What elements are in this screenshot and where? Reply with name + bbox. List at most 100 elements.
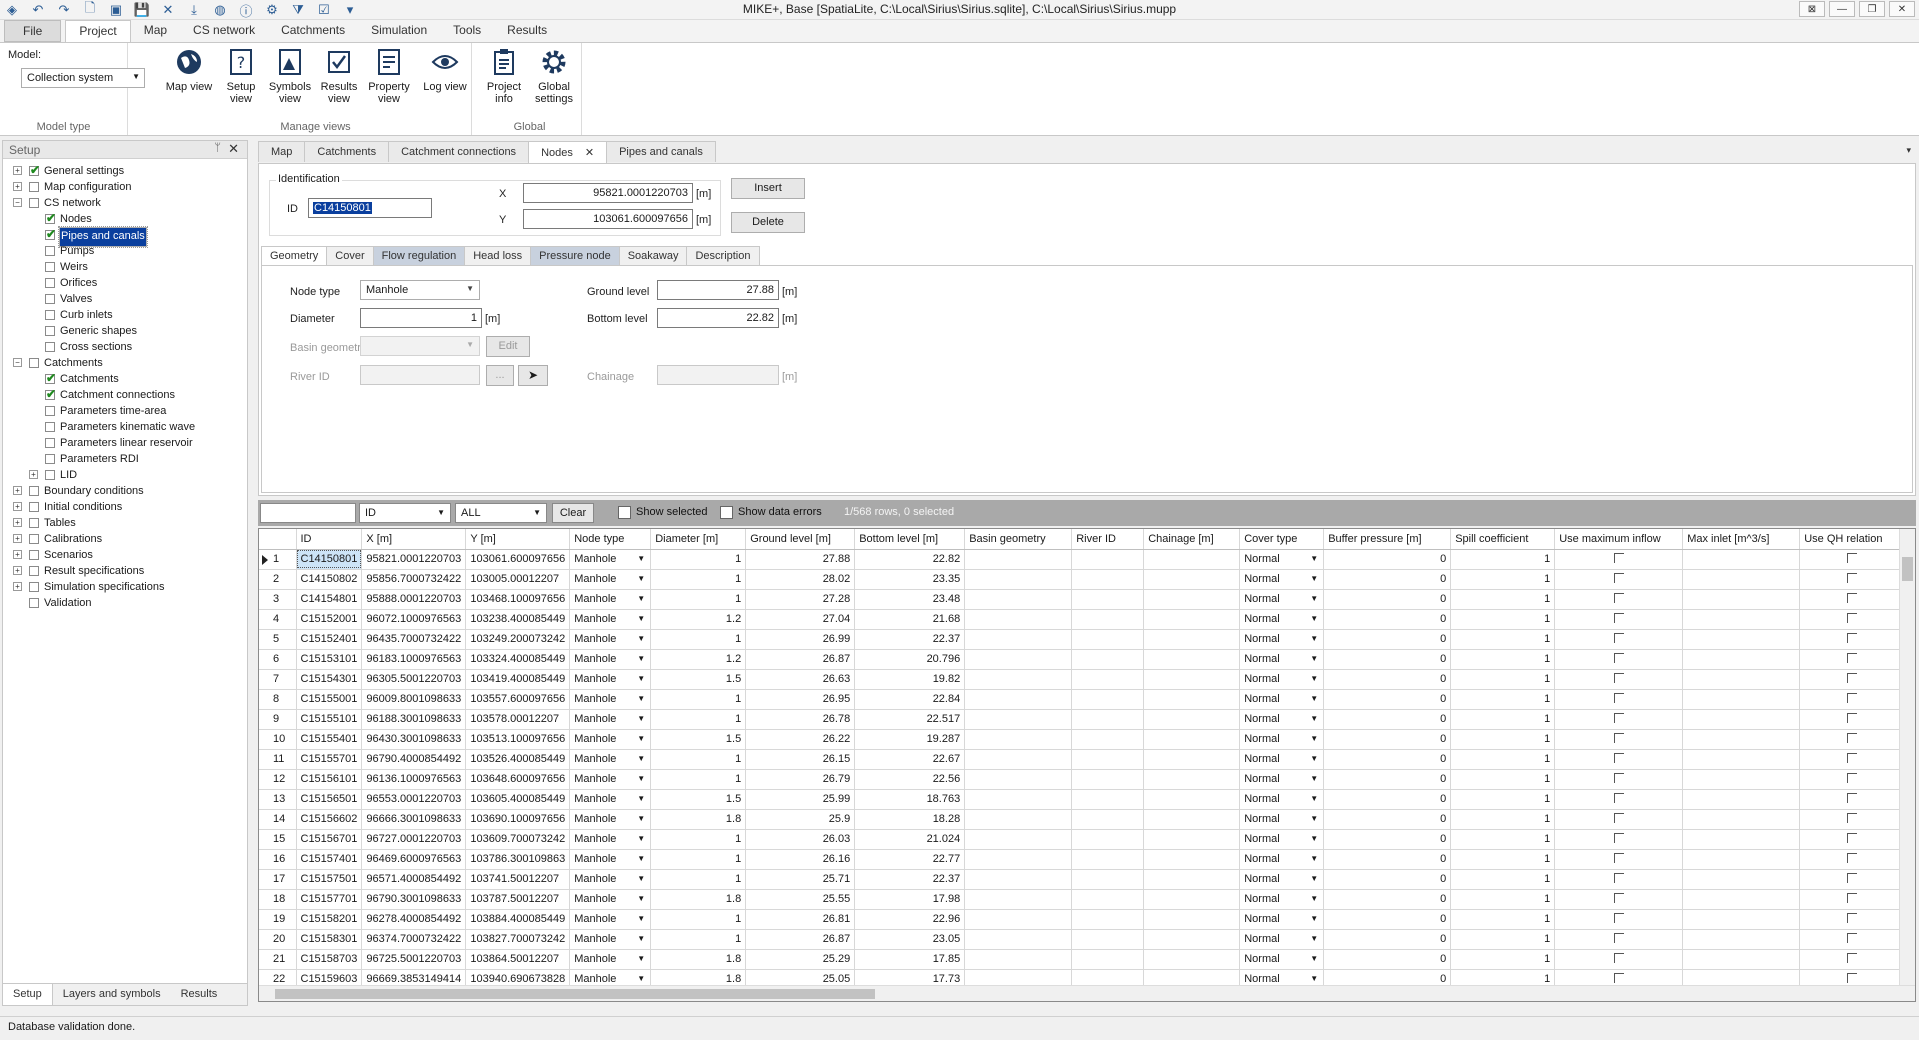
pin-icon[interactable]: ᛘ bbox=[214, 142, 221, 154]
table-cell[interactable] bbox=[964, 929, 1073, 950]
checkbox[interactable] bbox=[1613, 692, 1624, 703]
table-cell[interactable]: C15156602 bbox=[296, 809, 363, 830]
table-cell[interactable]: 22.517 bbox=[854, 709, 966, 730]
table-cell[interactable] bbox=[964, 849, 1073, 870]
table-row[interactable]: 3 C14154801 95888.0001220703 103468.1000976… bbox=[259, 589, 1906, 610]
table-row[interactable]: 9 C15155101 96188.3001098633 103578.0001220… bbox=[259, 709, 1906, 730]
use-qh-relation-cell[interactable] bbox=[1799, 829, 1906, 850]
table-cell[interactable]: 96790.3001098633 bbox=[361, 889, 467, 910]
table-cell[interactable]: 96435.7000732422 bbox=[361, 629, 467, 650]
table-row[interactable]: 8 C15155001 96009.8001098633 103557.6000976… bbox=[259, 689, 1906, 710]
row-number[interactable]: 17 bbox=[259, 869, 297, 890]
row-number[interactable]: 11 bbox=[259, 749, 297, 770]
tree-checkbox[interactable] bbox=[29, 582, 39, 592]
table-cell[interactable]: Manhole ▼ bbox=[569, 549, 652, 570]
table-cell[interactable]: 0 bbox=[1323, 869, 1452, 890]
use-qh-relation-cell[interactable] bbox=[1799, 869, 1906, 890]
table-cell[interactable]: Normal ▼ bbox=[1239, 709, 1325, 730]
table-cell[interactable]: 96725.5001220703 bbox=[361, 949, 467, 970]
table-cell[interactable]: Normal ▼ bbox=[1239, 889, 1325, 910]
use-max-inflow-cell[interactable] bbox=[1554, 709, 1684, 730]
table-cell[interactable]: 1 bbox=[650, 569, 747, 590]
table-cell[interactable]: Normal ▼ bbox=[1239, 949, 1325, 970]
column-header[interactable]: Ground level [m] bbox=[745, 529, 856, 550]
table-cell[interactable]: 1.8 bbox=[650, 809, 747, 830]
table-cell[interactable]: 96374.7000732422 bbox=[361, 929, 467, 950]
close-icon[interactable]: ✕ bbox=[228, 141, 239, 157]
tree-node[interactable]: + Simulation specifications bbox=[3, 579, 247, 595]
table-cell[interactable]: 23.05 bbox=[854, 929, 966, 950]
row-number[interactable]: 20 bbox=[259, 929, 297, 950]
filter-search-input[interactable] bbox=[260, 503, 356, 523]
use-max-inflow-cell[interactable] bbox=[1554, 549, 1684, 570]
table-cell[interactable] bbox=[1143, 829, 1241, 850]
use-qh-relation-cell[interactable] bbox=[1799, 929, 1906, 950]
table-cell[interactable]: 103787.50012207 bbox=[465, 889, 571, 910]
tree-node[interactable]: + Boundary conditions bbox=[3, 483, 247, 499]
table-cell[interactable]: 103605.400085449 bbox=[465, 789, 571, 810]
table-cell[interactable]: 95856.7000732422 bbox=[361, 569, 467, 590]
table-cell[interactable]: 26.95 bbox=[745, 689, 856, 710]
table-cell[interactable]: C14150801 bbox=[296, 549, 363, 570]
table-cell[interactable] bbox=[1071, 669, 1145, 690]
table-cell[interactable] bbox=[1071, 729, 1145, 750]
checkbox[interactable] bbox=[1613, 792, 1624, 803]
max-inlet-cell[interactable] bbox=[1682, 769, 1801, 790]
use-qh-relation-cell[interactable] bbox=[1799, 889, 1906, 910]
checkbox[interactable] bbox=[1847, 872, 1858, 883]
table-cell[interactable] bbox=[1071, 589, 1145, 610]
max-inlet-cell[interactable] bbox=[1682, 629, 1801, 650]
tree-checkbox[interactable] bbox=[45, 342, 55, 352]
node-type-select[interactable]: Manhole ▼ bbox=[360, 280, 480, 300]
row-number[interactable]: 7 bbox=[259, 669, 297, 690]
checkbox[interactable] bbox=[1847, 572, 1858, 583]
table-cell[interactable]: 1 bbox=[1450, 849, 1556, 870]
diameter-input[interactable]: 1 bbox=[360, 308, 482, 328]
table-cell[interactable]: Normal ▼ bbox=[1239, 649, 1325, 670]
table-cell[interactable] bbox=[964, 629, 1073, 650]
use-max-inflow-cell[interactable] bbox=[1554, 689, 1684, 710]
table-cell[interactable]: 1 bbox=[1450, 869, 1556, 890]
tree-node[interactable]: + Initial conditions bbox=[3, 499, 247, 515]
table-cell[interactable]: 0 bbox=[1323, 809, 1452, 830]
tree-checkbox[interactable] bbox=[29, 486, 39, 496]
table-cell[interactable]: 96430.3001098633 bbox=[361, 729, 467, 750]
checkbox[interactable] bbox=[1847, 972, 1858, 983]
expand-icon[interactable]: + bbox=[13, 182, 22, 191]
table-cell[interactable]: 22.67 bbox=[854, 749, 966, 770]
checkbox[interactable] bbox=[1847, 672, 1858, 683]
table-cell[interactable]: C14154801 bbox=[296, 589, 363, 610]
tree-node[interactable]: Valves bbox=[3, 291, 247, 307]
row-number[interactable]: 21 bbox=[259, 949, 297, 970]
column-header[interactable]: Y [m] bbox=[465, 529, 571, 550]
use-max-inflow-cell[interactable] bbox=[1554, 909, 1684, 930]
checkbox[interactable] bbox=[1847, 952, 1858, 963]
table-cell[interactable]: Manhole ▼ bbox=[569, 809, 652, 830]
checkbox[interactable] bbox=[1847, 812, 1858, 823]
tree-checkbox[interactable] bbox=[45, 406, 55, 416]
tree-node[interactable]: Pumps bbox=[3, 243, 247, 259]
collapse-icon[interactable]: − bbox=[13, 358, 22, 367]
checkbox[interactable] bbox=[1613, 572, 1624, 583]
pick-river-button[interactable]: ➤ bbox=[518, 365, 548, 386]
table-cell[interactable]: 0 bbox=[1323, 669, 1452, 690]
max-inlet-cell[interactable] bbox=[1682, 949, 1801, 970]
column-header[interactable]: Bottom level [m] bbox=[854, 529, 966, 550]
doc-tab-catchment-connections[interactable]: Catchment connections bbox=[388, 141, 530, 162]
y-input[interactable]: 103061.600097656 bbox=[523, 209, 693, 229]
horizontal-scrollbar[interactable] bbox=[259, 985, 1915, 1001]
maximize-icon[interactable]: ❐ bbox=[1859, 1, 1885, 17]
expand-icon[interactable]: + bbox=[13, 550, 22, 559]
table-row[interactable]: 18 C15157701 96790.3001098633 103787.500122… bbox=[259, 889, 1906, 910]
vertical-scroll-thumb[interactable] bbox=[1902, 557, 1913, 581]
ribbon-tab-file[interactable]: File bbox=[4, 20, 62, 42]
tree-checkbox[interactable] bbox=[45, 370, 56, 386]
table-cell[interactable]: 27.88 bbox=[745, 549, 856, 570]
table-cell[interactable]: 0 bbox=[1323, 689, 1452, 710]
table-cell[interactable]: 0 bbox=[1323, 629, 1452, 650]
use-qh-relation-cell[interactable] bbox=[1799, 629, 1906, 650]
checkbox[interactable] bbox=[1613, 912, 1624, 923]
ribbon-tab-project[interactable]: Project bbox=[65, 20, 131, 42]
table-cell[interactable]: 25.71 bbox=[745, 869, 856, 890]
table-cell[interactable]: Normal ▼ bbox=[1239, 609, 1325, 630]
